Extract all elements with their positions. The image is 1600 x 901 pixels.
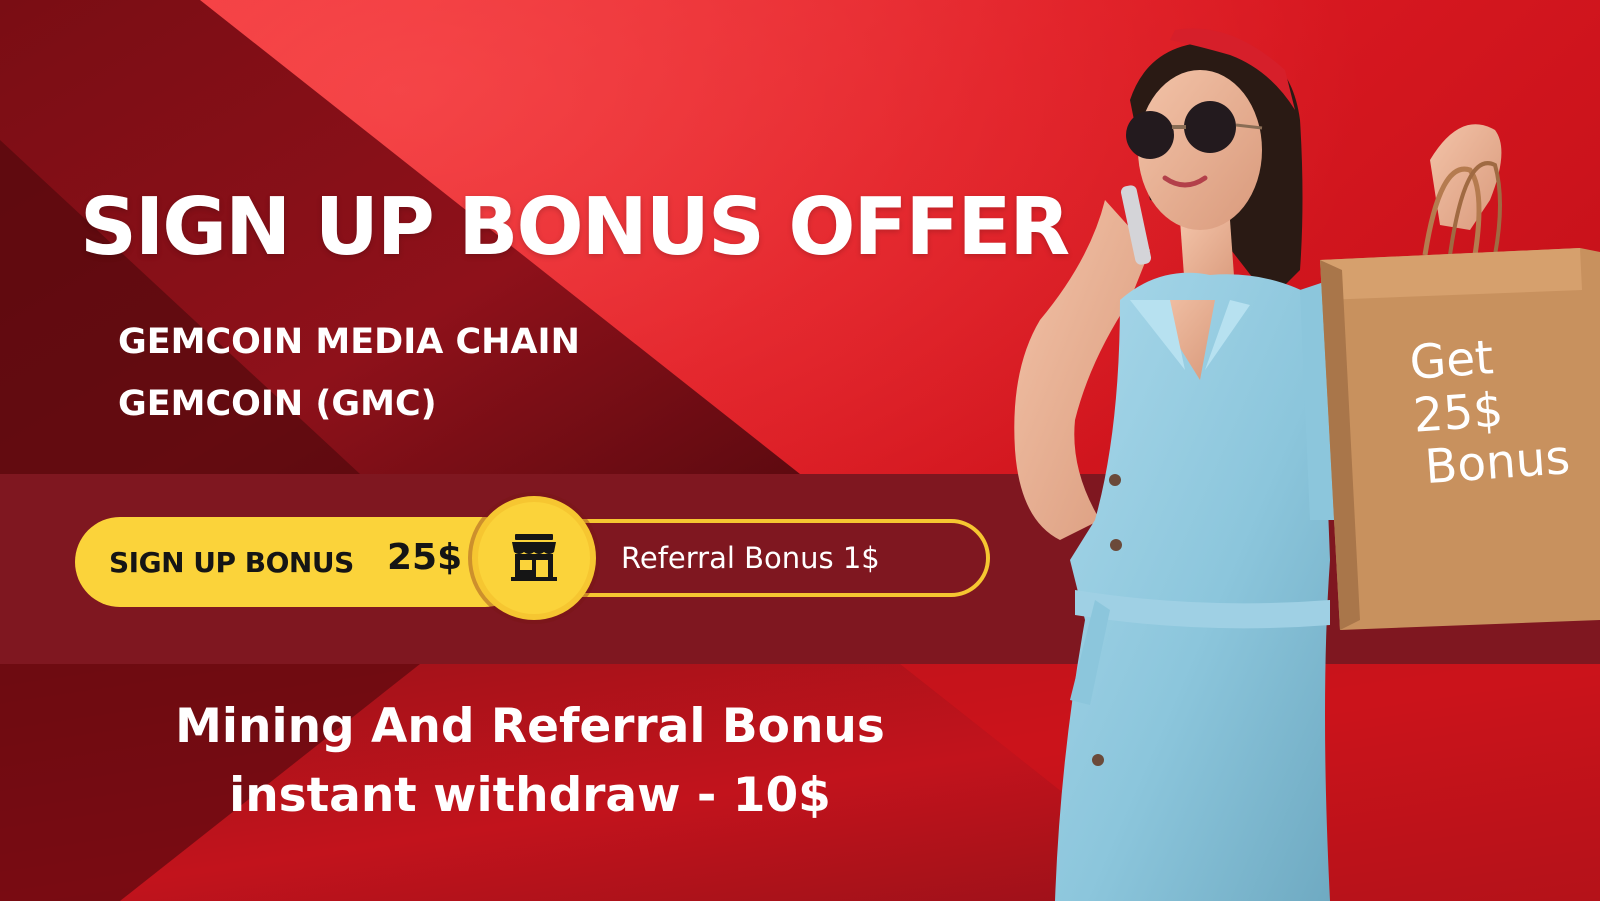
bag-text: Get 25$ Bonus (1408, 327, 1572, 495)
subtitle-line-1: GEMCOIN MEDIA CHAIN (118, 322, 580, 362)
bottom-line-1: Mining And Referral Bonus (175, 699, 885, 754)
referral-bonus-label: Referral Bonus 1$ (621, 541, 880, 575)
bottom-line-2: instant withdraw - 10$ (229, 768, 831, 823)
store-icon (511, 534, 557, 581)
signup-bonus-amount: 25$ (387, 537, 463, 578)
headline: SIGN UP BONUS OFFER (80, 181, 1070, 273)
store-badge (472, 496, 596, 620)
subtitle-line-2: GEMCOIN (GMC) (118, 384, 437, 424)
signup-bonus-label: SIGN UP BONUS (109, 546, 354, 579)
referral-bonus-pill[interactable]: Referral Bonus 1$ (538, 519, 990, 597)
signup-bonus-pill[interactable]: SIGN UP BONUS 25$ (75, 517, 530, 607)
shopping-bag: Get 25$ Bonus (1320, 130, 1600, 640)
promo-banner: SIGN UP BONUS OFFER GEMCOIN MEDIA CHAIN … (0, 0, 1600, 901)
bag-line-bonus: Bonus (1423, 430, 1572, 496)
